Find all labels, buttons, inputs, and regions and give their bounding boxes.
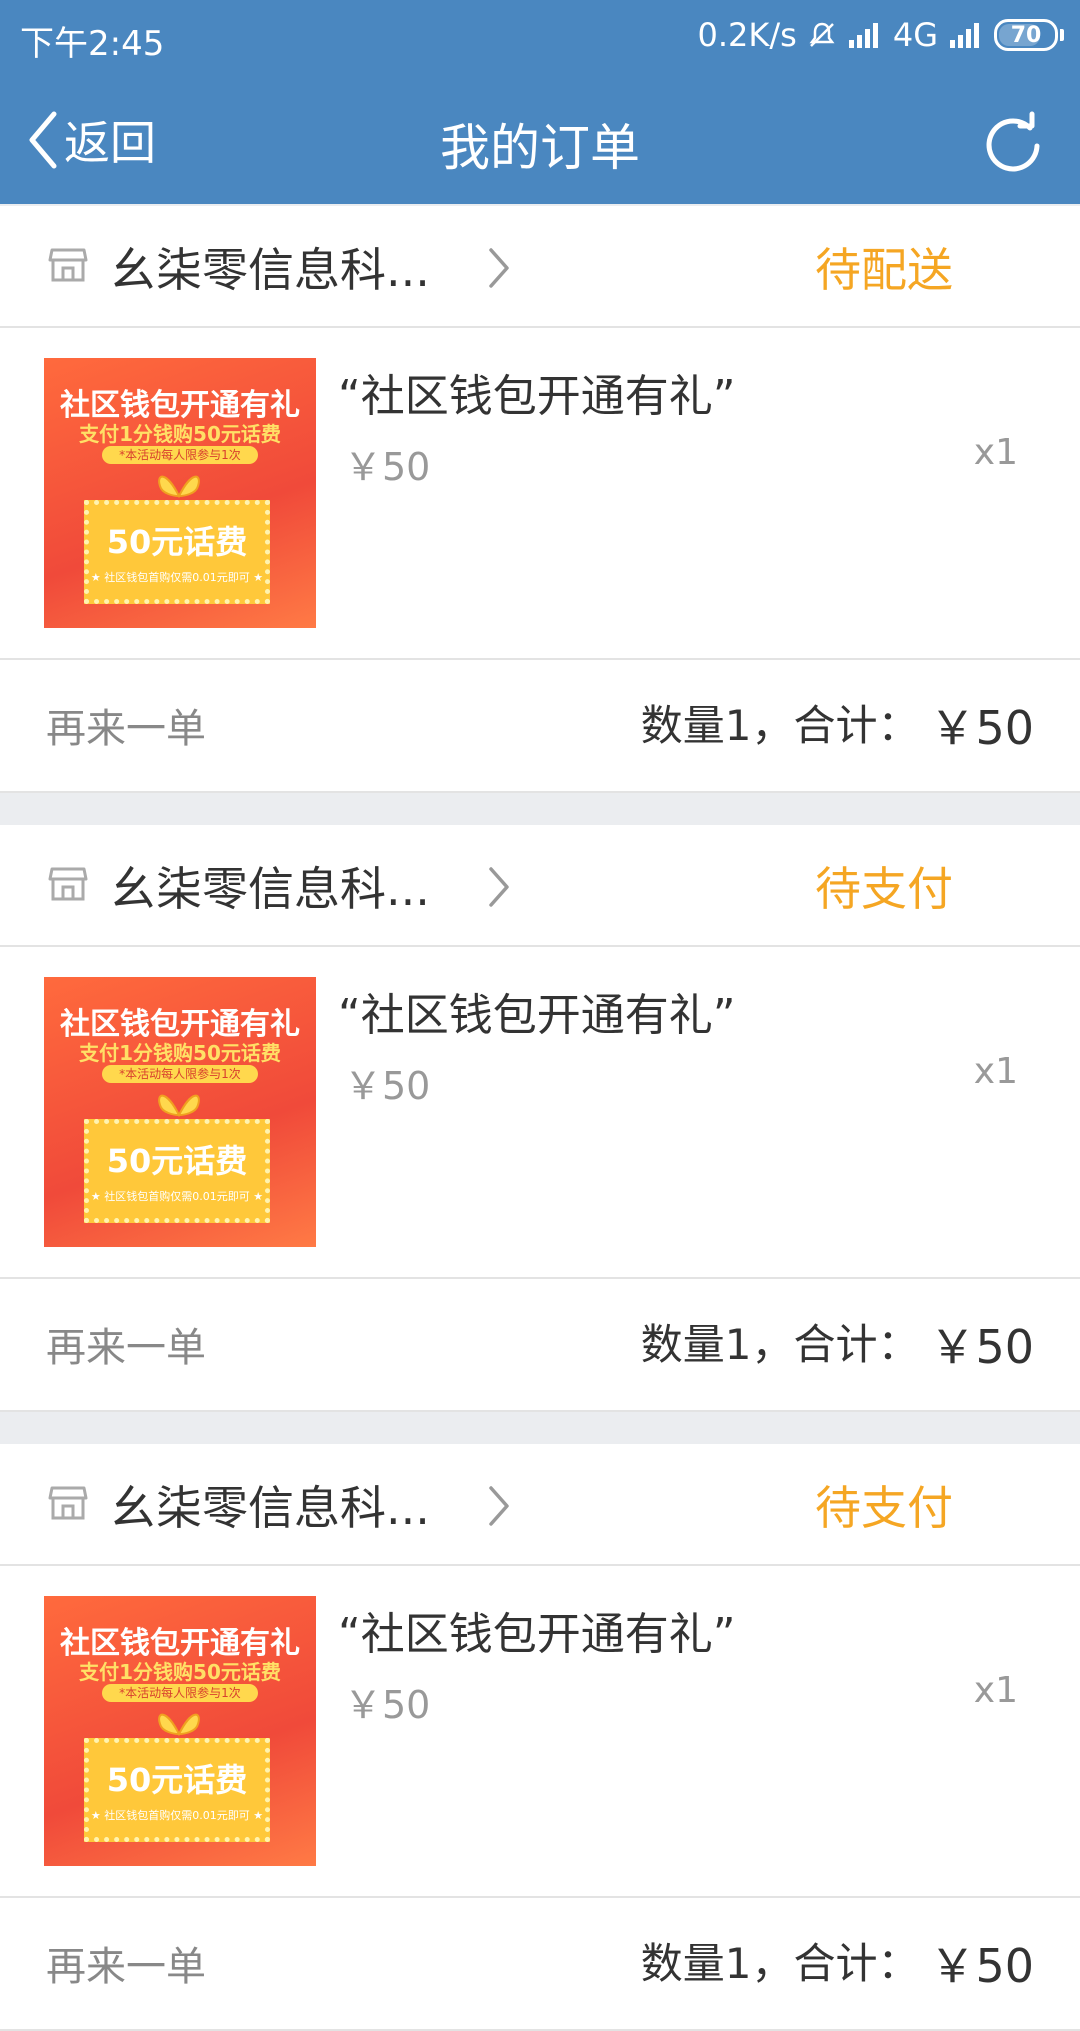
image-line-2: 支付1分钱购50元话费 xyxy=(79,422,281,446)
battery-level: 70 xyxy=(1010,22,1042,48)
status-time: 下午2:45 xyxy=(20,24,165,64)
image-line-5: ★ 社区钱包首购仅需0.01元即可 ★ xyxy=(90,1190,264,1203)
order-item[interactable]: 社区钱包开通有礼 支付1分钱购50元话费 *本活动每人限参与1次 50元话费 ★… xyxy=(0,328,1080,660)
image-line-2: 支付1分钱购50元话费 xyxy=(79,1660,281,1684)
status-icons: 0.2K/s 4G 70 xyxy=(698,16,1064,54)
network-type: 4G xyxy=(892,16,938,54)
shop-name[interactable]: 幺柒零信息科... xyxy=(110,234,430,300)
chevron-right-icon xyxy=(489,867,509,907)
image-line-4: 50元话费 xyxy=(106,1142,248,1180)
shop-row[interactable]: 幺柒零信息科... 待支付 xyxy=(0,1444,1080,1566)
image-line-2: 支付1分钱购50元话费 xyxy=(79,1041,281,1065)
nav-bar: 返回 我的订单 xyxy=(0,90,1080,190)
item-title: “社区钱包开通有礼” xyxy=(338,1609,736,1660)
reorder-button[interactable]: 再来一单 xyxy=(46,1315,206,1373)
order-summary: 数量1，合计： ￥50 xyxy=(641,1311,1034,1377)
order-item[interactable]: 社区钱包开通有礼 支付1分钱购50元话费 *本活动每人限参与1次 50元话费 ★… xyxy=(0,947,1080,1279)
order-item[interactable]: 社区钱包开通有礼 支付1分钱购50元话费 *本活动每人限参与1次 50元话费 ★… xyxy=(0,1566,1080,1898)
order-status: 待支付 xyxy=(815,862,953,916)
order-summary: 数量1，合计： ￥50 xyxy=(641,1930,1034,1996)
gift-bow-icon xyxy=(158,1094,200,1118)
summary-label: 数量1，合计： xyxy=(640,1320,920,1369)
item-price: ￥50 xyxy=(344,1683,431,1727)
order-status: 待配送 xyxy=(815,243,953,297)
order-card[interactable]: 幺柒零信息科... 待支付 社区钱包开通有礼 支付1分钱购50元话费 *本活动每… xyxy=(0,1444,1080,2031)
shop-name[interactable]: 幺柒零信息科... xyxy=(110,1472,430,1538)
item-quantity: x1 xyxy=(973,432,1018,473)
net-speed: 0.2K/s xyxy=(697,16,797,54)
order-summary: 数量1，合计： ￥50 xyxy=(641,692,1034,758)
item-title: “社区钱包开通有礼” xyxy=(338,990,736,1041)
order-card[interactable]: 幺柒零信息科... 待支付 社区钱包开通有礼 支付1分钱购50元话费 *本活动每… xyxy=(0,825,1080,1412)
item-quantity: x1 xyxy=(973,1670,1018,1711)
order-footer: 再来一单 数量1，合计： ￥50 xyxy=(0,1896,1080,2031)
image-line-4: 50元话费 xyxy=(106,1761,248,1799)
shop-row[interactable]: 幺柒零信息科... 待配送 xyxy=(0,206,1080,328)
page-title: 我的订单 xyxy=(440,119,640,177)
gift-box: 50元话费 ★ 社区钱包首购仅需0.01元即可 ★ xyxy=(84,1738,270,1842)
gift-bow-icon xyxy=(158,475,200,499)
shop-icon xyxy=(48,867,88,901)
shop-icon xyxy=(48,1486,88,1520)
summary-label: 数量1，合计： xyxy=(640,1939,920,1988)
battery-icon: 70 xyxy=(994,19,1058,51)
chevron-right-icon xyxy=(489,1486,509,1526)
mute-icon xyxy=(809,22,835,47)
order-card[interactable]: 幺柒零信息科... 待配送 社区钱包开通有礼 支付1分钱购50元话费 *本活动每… xyxy=(0,206,1080,793)
item-price: ￥50 xyxy=(344,1064,431,1108)
shop-icon xyxy=(48,248,88,282)
product-image: 社区钱包开通有礼 支付1分钱购50元话费 *本活动每人限参与1次 50元话费 ★… xyxy=(44,1596,316,1866)
summary-total: ￥50 xyxy=(929,1939,1034,1993)
image-line-5: ★ 社区钱包首购仅需0.01元即可 ★ xyxy=(90,571,264,584)
shop-row[interactable]: 幺柒零信息科... 待支付 xyxy=(0,825,1080,947)
signal-icon-2 xyxy=(950,23,979,48)
app-header: 下午2:45 0.2K/s 4G 70 返回 我的订单 xyxy=(0,0,1080,204)
product-image: 社区钱包开通有礼 支付1分钱购50元话费 *本活动每人限参与1次 50元话费 ★… xyxy=(44,358,316,628)
image-line-4: 50元话费 xyxy=(106,523,248,561)
signal-icon xyxy=(848,23,878,48)
chevron-right-icon xyxy=(489,248,509,288)
image-line-5: ★ 社区钱包首购仅需0.01元即可 ★ xyxy=(90,1809,264,1822)
summary-total: ￥50 xyxy=(929,1320,1034,1374)
summary-total: ￥50 xyxy=(929,701,1034,755)
item-title: “社区钱包开通有礼” xyxy=(338,371,736,422)
gift-bow-icon xyxy=(158,1713,200,1737)
order-status: 待支付 xyxy=(815,1481,953,1535)
reorder-button[interactable]: 再来一单 xyxy=(46,696,206,754)
battery-tip xyxy=(1060,29,1064,41)
order-footer: 再来一单 数量1，合计： ￥50 xyxy=(0,658,1080,793)
summary-label: 数量1，合计： xyxy=(640,701,920,750)
gift-box: 50元话费 ★ 社区钱包首购仅需0.01元即可 ★ xyxy=(84,500,270,604)
image-line-3: *本活动每人限参与1次 xyxy=(102,1684,258,1702)
product-image: 社区钱包开通有礼 支付1分钱购50元话费 *本活动每人限参与1次 50元话费 ★… xyxy=(44,977,316,1247)
item-price: ￥50 xyxy=(344,445,431,489)
refresh-icon[interactable] xyxy=(978,106,1048,176)
image-line-3: *本活动每人限参与1次 xyxy=(102,1065,258,1083)
shop-name[interactable]: 幺柒零信息科... xyxy=(110,853,430,919)
gift-box: 50元话费 ★ 社区钱包首购仅需0.01元即可 ★ xyxy=(84,1119,270,1223)
image-line-3: *本活动每人限参与1次 xyxy=(102,446,258,464)
item-quantity: x1 xyxy=(973,1051,1018,1092)
status-bar: 下午2:45 0.2K/s 4G 70 xyxy=(0,0,1080,70)
order-footer: 再来一单 数量1，合计： ￥50 xyxy=(0,1277,1080,1412)
reorder-button[interactable]: 再来一单 xyxy=(46,1934,206,1992)
